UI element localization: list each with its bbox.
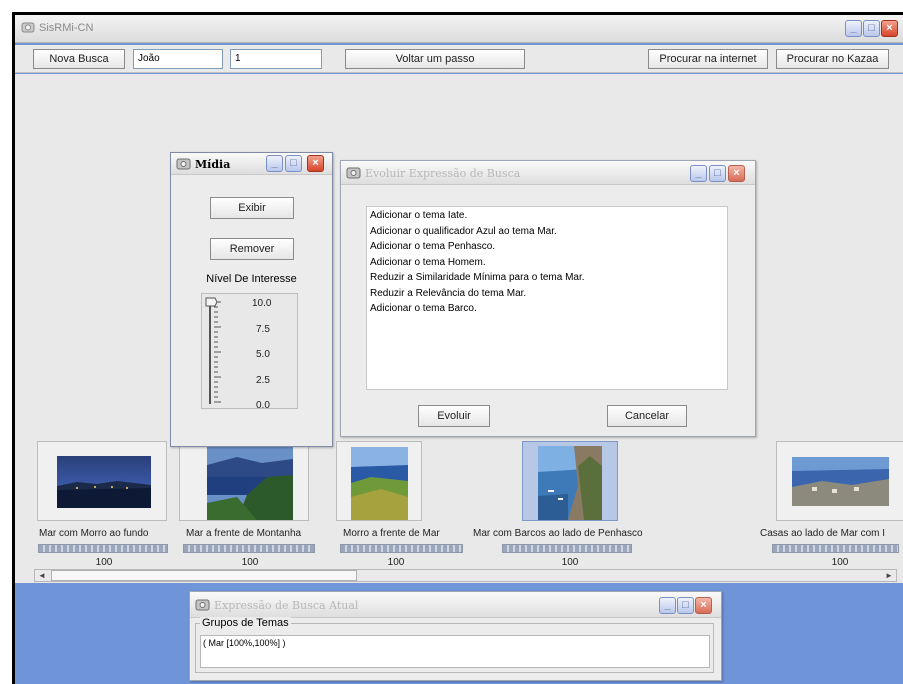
close-icon: × (700, 599, 707, 611)
expression-minimize-button[interactable]: _ (659, 597, 676, 614)
result-caption-1: Mar com Morro ao fundo (39, 528, 149, 539)
mountain-sea-image (207, 447, 293, 520)
cancel-button[interactable]: Cancelar (607, 405, 687, 427)
current-expression-window: Expressão de Busca Atual _ □ × Grupos de… (189, 591, 722, 681)
new-search-button[interactable]: Nova Busca (33, 49, 125, 69)
tick-label-0: 0.0 (256, 400, 270, 411)
suggestion-item[interactable]: Adicionar o tema Penhasco. (370, 241, 495, 252)
expression-close-button[interactable]: × (695, 597, 712, 614)
suggestion-item[interactable]: Adicionar o qualificador Azul ao tema Ma… (370, 226, 557, 237)
interest-slider-track (205, 297, 221, 404)
expression-window-title: Expressão de Busca Atual (214, 599, 359, 612)
tick-label-2-5: 2.5 (256, 375, 270, 386)
step-back-button[interactable]: Voltar um passo (345, 49, 525, 69)
suggestions-list[interactable]: Adicionar o tema Iate. Adicionar o qualif… (366, 206, 728, 390)
remove-button[interactable]: Remover (210, 238, 294, 260)
tick-label-10: 10.0 (252, 298, 272, 309)
slider-knob[interactable] (205, 297, 218, 307)
main-window-title: SisRMi-CN (39, 22, 94, 34)
interest-label: Nível De Interesse (206, 273, 297, 285)
theme-groups-label: Grupos de Temas (200, 617, 291, 629)
result-thumbnail-1[interactable] (37, 441, 167, 521)
cliff-boats-image (538, 446, 602, 520)
expression-field[interactable]: ( Mar [100%,100%] ) (200, 635, 710, 668)
result-thumbnail-5[interactable] (776, 441, 903, 521)
suggestion-item[interactable]: Adicionar o tema Iate. (370, 210, 467, 221)
expression-titlebar[interactable]: Expressão de Busca Atual _ □ × (190, 592, 721, 618)
show-button[interactable]: Exibir (210, 197, 294, 219)
media-close-button[interactable]: × (307, 155, 324, 172)
result-caption-4: Mar com Barcos ao lado de Penhasco (473, 528, 643, 539)
houses-sea-image (792, 457, 889, 506)
result-score-4: 100 (561, 557, 579, 568)
result-caption-2: Mar a frente de Montanha (186, 528, 302, 539)
result-score-3: 100 (387, 557, 405, 568)
media-maximize-button[interactable]: □ (285, 155, 302, 172)
results-scrollbar[interactable]: ◄ ► (34, 569, 897, 582)
evolve-minimize-button[interactable]: _ (690, 165, 707, 182)
maximize-icon: □ (868, 22, 875, 34)
relevance-bar-1 (38, 544, 168, 553)
interest-slider[interactable]: 10.0 7.5 5.0 2.5 0.0 (201, 293, 298, 411)
scroll-left-icon[interactable]: ◄ (35, 570, 49, 581)
evolve-titlebar[interactable]: Evoluir Expressão de Busca _ □ × (341, 161, 755, 185)
expression-maximize-button[interactable]: □ (677, 597, 694, 614)
media-minimize-button[interactable]: _ (266, 155, 283, 172)
result-score-2: 100 (241, 557, 259, 568)
search-internet-button[interactable]: Procurar na internet (648, 49, 768, 69)
close-icon: × (886, 22, 893, 34)
tick-label-7-5: 7.5 (256, 324, 270, 335)
evolve-window: Evoluir Expressão de Busca _ □ × Adicion… (340, 160, 756, 437)
evolve-window-icon (346, 167, 361, 179)
minimize-icon: _ (850, 22, 857, 34)
app-logo-icon (21, 22, 35, 33)
name-input[interactable]: João (133, 49, 223, 69)
result-score-5: 100 (831, 557, 849, 568)
suggestion-item[interactable]: Reduzir a Similaridade Mínima para o tem… (370, 272, 585, 283)
hill-sea-image (351, 447, 408, 520)
suggestion-item[interactable]: Adicionar o tema Homem. (370, 257, 486, 268)
suggestion-item[interactable]: Adicionar o tema Barco. (370, 303, 477, 314)
evolve-window-title: Evoluir Expressão de Busca (365, 167, 521, 180)
evolve-close-button[interactable]: × (728, 165, 745, 182)
expression-window-icon (195, 599, 210, 611)
scroll-right-icon[interactable]: ► (882, 570, 896, 581)
relevance-bar-5 (772, 544, 899, 553)
relevance-bar-2 (183, 544, 315, 553)
result-thumbnail-2[interactable] (179, 441, 309, 521)
minimize-icon: _ (664, 599, 671, 611)
result-thumbnail-4[interactable] (522, 441, 618, 521)
close-icon: × (733, 167, 740, 179)
maximize-icon: □ (714, 167, 721, 179)
search-kazaa-button[interactable]: Procurar no Kazaa (776, 49, 889, 69)
result-caption-5: Casas ao lado de Mar com I (760, 528, 886, 539)
number-input[interactable]: 1 (230, 49, 322, 69)
result-caption-3: Morro a frente de Mar (343, 528, 440, 539)
media-titlebar[interactable]: Mídia _ □ × (171, 153, 332, 175)
main-titlebar[interactable]: SisRMi-CN _ □ × (15, 15, 903, 43)
evolve-button[interactable]: Evoluir (418, 405, 490, 427)
maximize-icon: □ (682, 599, 689, 611)
media-window: Mídia _ □ × Exibir Remover Nível De Inte… (170, 152, 333, 447)
close-button[interactable]: × (881, 20, 898, 37)
minimize-icon: _ (695, 167, 702, 179)
result-score-1: 100 (95, 557, 113, 568)
evolve-maximize-button[interactable]: □ (709, 165, 726, 182)
suggestion-item[interactable]: Reduzir a Relevância do tema Mar. (370, 288, 526, 299)
minimize-icon: _ (271, 157, 278, 169)
result-thumbnail-3[interactable] (336, 441, 422, 521)
relevance-bar-4 (502, 544, 632, 553)
scrollbar-thumb[interactable] (51, 570, 357, 581)
maximize-button[interactable]: □ (863, 20, 880, 37)
media-window-title: Mídia (195, 158, 231, 171)
relevance-bar-3 (340, 544, 463, 553)
tick-label-5: 5.0 (256, 349, 270, 360)
close-icon: × (312, 157, 319, 169)
media-window-icon (176, 158, 191, 170)
minimize-button[interactable]: _ (845, 20, 862, 37)
harbor-night-image (57, 456, 151, 508)
main-toolbar: Nova Busca João 1 Voltar um passo Procur… (15, 45, 903, 73)
maximize-icon: □ (290, 157, 297, 169)
